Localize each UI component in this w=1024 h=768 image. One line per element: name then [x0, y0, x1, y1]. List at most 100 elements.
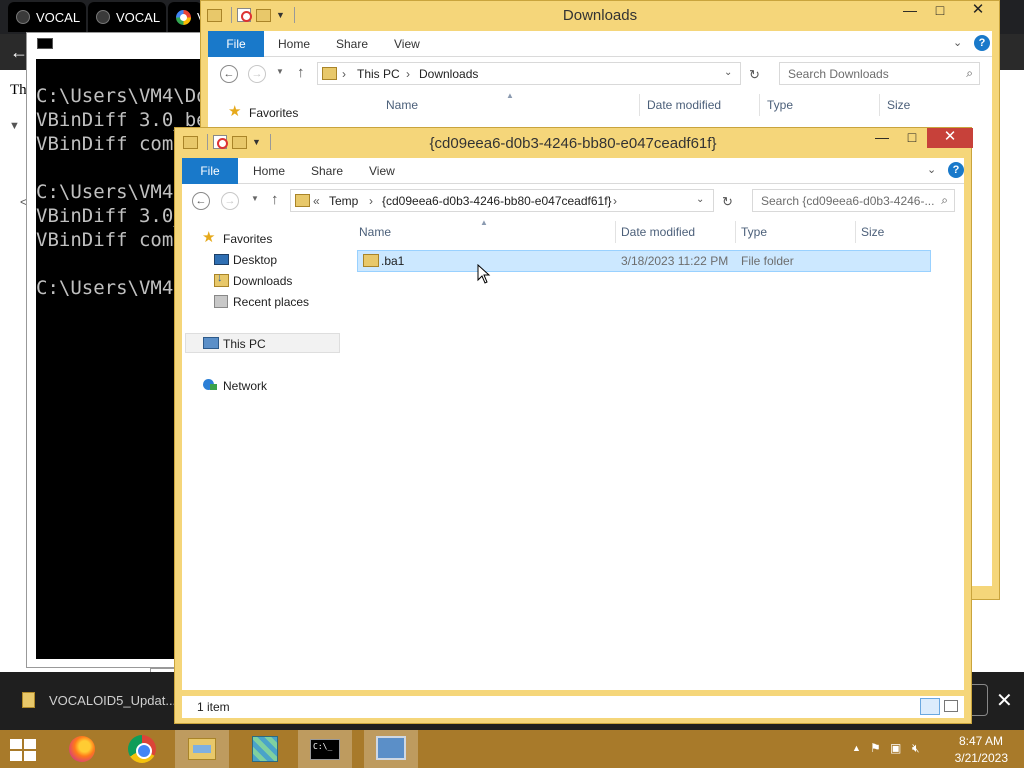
show-hidden-icons-icon[interactable]: ▲: [852, 743, 861, 753]
chevron-right-icon[interactable]: ›: [406, 67, 410, 81]
nav-this-pc[interactable]: This PC: [223, 337, 266, 351]
column-date-modified[interactable]: Date modified: [621, 225, 695, 239]
favorites-star-icon: ★: [202, 229, 216, 246]
recent-locations-dropdown[interactable]: ▼: [276, 67, 284, 76]
file-name: .ba1: [381, 254, 405, 268]
back-button[interactable]: ←: [192, 192, 210, 210]
system-tray: ▲ ⚑ ▣ 🔇︎ 8:47 AM 3/21/2023: [844, 730, 1024, 768]
nav-this-pc-row[interactable]: This PC: [185, 333, 340, 353]
chevron-down-icon[interactable]: ⌄: [927, 163, 936, 176]
nav-favorites[interactable]: Favorites: [223, 232, 272, 246]
search-input[interactable]: Search {cd09eea6-d0b3-4246-... ⌕: [752, 189, 955, 212]
breadcrumb-guid-folder[interactable]: {cd09eea6-d0b3-4246-bb80-e047ceadf61f}: [382, 194, 612, 208]
divider: [855, 221, 856, 243]
chevron-right-icon[interactable]: ›: [342, 67, 346, 81]
clock-date[interactable]: 3/21/2023: [955, 751, 1008, 765]
tab-view[interactable]: View: [394, 31, 420, 57]
help-icon[interactable]: ?: [948, 162, 964, 178]
tab-view[interactable]: View: [369, 158, 395, 184]
maximize-button[interactable]: □: [897, 128, 927, 148]
breadcrumb-temp[interactable]: Temp: [329, 194, 358, 208]
column-name[interactable]: Name: [359, 225, 391, 239]
tab-file[interactable]: File: [208, 31, 264, 57]
window-title: Downloads: [562, 7, 638, 24]
firefox-icon: [69, 736, 95, 762]
back-button[interactable]: ←: [220, 65, 238, 83]
breadcrumb-overflow[interactable]: «: [313, 194, 320, 208]
address-bar[interactable]: › This PC › Downloads ⌄: [317, 62, 741, 85]
large-icons-view-button[interactable]: [944, 700, 958, 712]
up-arrow-icon[interactable]: ↑: [271, 191, 279, 208]
minimize-button[interactable]: —: [867, 128, 897, 148]
expand-arrow-icon[interactable]: ▼: [9, 120, 20, 132]
breadcrumb-downloads[interactable]: Downloads: [419, 67, 478, 81]
column-size[interactable]: Size: [861, 225, 884, 239]
volume-muted-icon[interactable]: 🔇︎: [912, 741, 920, 756]
forward-button[interactable]: →: [221, 192, 239, 210]
tab-share[interactable]: Share: [336, 31, 368, 57]
taskbar-chrome[interactable]: [114, 730, 168, 768]
column-date-modified[interactable]: Date modified: [647, 98, 721, 112]
column-size[interactable]: Size: [887, 98, 910, 112]
taskbar-file-explorer[interactable]: [175, 730, 229, 768]
tab-home[interactable]: Home: [278, 31, 310, 57]
browser-tab-3[interactable]: V: [168, 2, 202, 32]
flag-icon[interactable]: ⚑: [870, 741, 881, 755]
vocaloid-favicon-icon: [16, 10, 30, 24]
temp-folder-window: ▼ {cd09eea6-d0b3-4246-bb80-e047ceadf61f}…: [174, 127, 973, 724]
browser-tab-2[interactable]: VOCAL: [88, 2, 166, 32]
minimize-button[interactable]: —: [895, 1, 925, 21]
clock-time[interactable]: 8:47 AM: [959, 734, 1003, 748]
tab-home[interactable]: Home: [253, 158, 285, 184]
table-row[interactable]: .ba1 3/18/2023 11:22 PM File folder: [357, 250, 931, 272]
refresh-icon[interactable]: ↻: [749, 67, 760, 83]
breadcrumb-this-pc[interactable]: This PC: [357, 67, 400, 81]
start-button[interactable]: [0, 730, 54, 768]
taskbar: C:\_ ▲ ⚑ ▣ 🔇︎ 8:47 AM 3/21/2023: [0, 730, 1024, 768]
network-icon[interactable]: ▣: [890, 741, 901, 755]
address-dropdown[interactable]: ⌄: [696, 194, 704, 205]
temp-content: ★ Favorites Desktop Downloads Recent pla…: [182, 218, 964, 690]
recent-places-icon: [214, 295, 228, 308]
browser-tab-1[interactable]: VOCAL: [8, 2, 86, 32]
taskbar-package-app[interactable]: [238, 730, 292, 768]
temp-titlebar[interactable]: ▼ {cd09eea6-d0b3-4246-bb80-e047ceadf61f}…: [175, 128, 973, 158]
window-controls: — □ ✕: [895, 1, 1001, 21]
search-icon[interactable]: ⌕: [941, 193, 948, 208]
chevron-right-icon[interactable]: ›: [369, 194, 373, 208]
details-view-button[interactable]: [920, 698, 940, 715]
taskbar-this-pc[interactable]: [364, 730, 418, 768]
download-filename[interactable]: VOCALOID5_Updat...: [49, 693, 176, 708]
maximize-button[interactable]: □: [925, 1, 955, 21]
column-name[interactable]: Name: [386, 98, 418, 112]
nav-downloads[interactable]: Downloads: [233, 274, 292, 288]
refresh-icon[interactable]: ↻: [722, 194, 733, 210]
up-arrow-icon[interactable]: ↑: [297, 64, 305, 81]
address-bar[interactable]: « Temp › {cd09eea6-d0b3-4246-bb80-e047ce…: [290, 189, 714, 212]
downloads-titlebar[interactable]: ▼ Downloads — □ ✕: [201, 1, 999, 31]
column-type[interactable]: Type: [767, 98, 793, 112]
nav-favorites[interactable]: Favorites: [249, 106, 298, 120]
close-button[interactable]: ✕: [955, 1, 1001, 21]
taskbar-command-prompt[interactable]: C:\_: [298, 730, 352, 768]
recent-locations-dropdown[interactable]: ▼: [251, 194, 259, 203]
divider: [759, 94, 760, 116]
taskbar-firefox[interactable]: [54, 730, 108, 768]
search-icon[interactable]: ⌕: [966, 66, 973, 81]
column-type[interactable]: Type: [741, 225, 767, 239]
search-input[interactable]: Search Downloads ⌕: [779, 62, 980, 85]
forward-button[interactable]: →: [248, 65, 266, 83]
close-icon[interactable]: ✕: [996, 688, 1013, 713]
tab-file[interactable]: File: [182, 158, 238, 184]
nav-network[interactable]: Network: [223, 379, 267, 393]
tab-share[interactable]: Share: [311, 158, 343, 184]
address-dropdown[interactable]: ⌄: [724, 67, 732, 78]
close-button[interactable]: ✕: [927, 128, 973, 148]
divider: [879, 94, 880, 116]
nav-desktop[interactable]: Desktop: [233, 253, 277, 267]
chevron-right-icon[interactable]: ›: [613, 194, 617, 208]
nav-recent-places[interactable]: Recent places: [233, 295, 309, 309]
chevron-down-icon[interactable]: ⌄: [953, 36, 962, 49]
help-icon[interactable]: ?: [974, 35, 990, 51]
search-placeholder: Search Downloads: [788, 67, 889, 81]
